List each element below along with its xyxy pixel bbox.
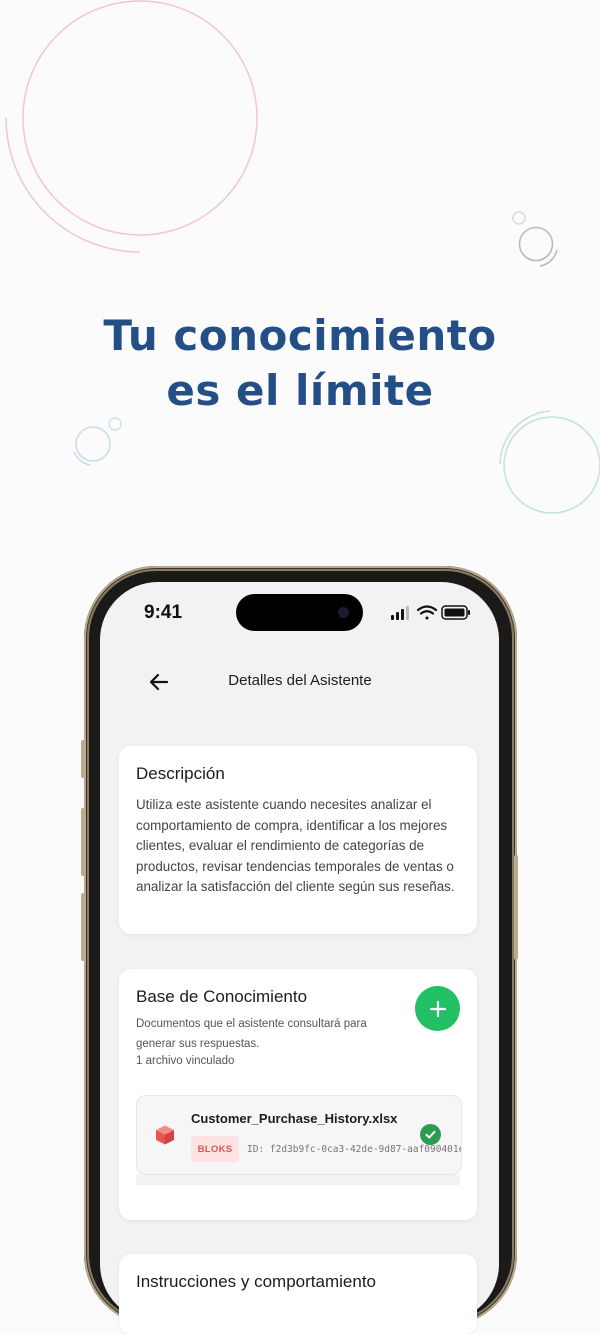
description-text: Utiliza este asistente cuando necesites … — [136, 797, 455, 894]
phone-power-button — [514, 855, 518, 960]
phone-volume-up — [81, 808, 85, 876]
headline: Tu conocimiento es el límite — [0, 308, 600, 418]
arrow-left-icon — [149, 673, 169, 691]
check-circle-icon — [420, 1124, 441, 1145]
add-document-button[interactable] — [415, 986, 460, 1031]
back-button[interactable] — [146, 668, 174, 696]
signal-icon — [391, 606, 409, 620]
instructions-title: Instrucciones y comportamiento — [136, 1272, 376, 1291]
description-title: Descripción — [136, 764, 225, 783]
file-id: ID: f2d3b9fc-0ca3-42de-9d87-aaf090401ebd — [247, 1144, 462, 1155]
wifi-icon — [416, 605, 438, 620]
dynamic-island — [236, 594, 363, 631]
phone-volume-down — [81, 893, 85, 961]
file-source-badge: BLOKS — [191, 1136, 239, 1162]
knowledge-base-title: Base de Conocimiento — [136, 987, 308, 1006]
knowledge-base-subtitle: Documentos que el asistente consultará p… — [136, 1018, 367, 1050]
phone-side-button — [81, 740, 85, 778]
status-time: 9:41 — [144, 602, 183, 623]
file-list-footer — [136, 1175, 460, 1185]
background-decoration — [5, 0, 600, 514]
headline-line-2: es el límite — [166, 366, 434, 415]
battery-icon — [441, 605, 470, 620]
instructions-card: Instrucciones y comportamiento — [119, 1254, 477, 1334]
description-card: Descripción Utiliza este asistente cuand… — [119, 746, 477, 934]
linked-files-count: 1 archivo vinculado — [136, 1055, 235, 1067]
camera-icon — [338, 607, 349, 618]
cube-icon — [156, 1125, 174, 1145]
page-title: Detalles del Asistente — [228, 672, 372, 689]
status-icons — [389, 604, 471, 627]
file-item[interactable]: Customer_Purchase_History.xlsx BLOKS ID:… — [136, 1095, 462, 1175]
headline-line-1: Tu conocimiento — [103, 311, 497, 360]
plus-icon — [429, 1000, 446, 1017]
knowledge-base-card: Base de Conocimiento Documentos que el a… — [119, 969, 477, 1220]
file-name: Customer_Purchase_History.xlsx — [191, 1111, 398, 1126]
